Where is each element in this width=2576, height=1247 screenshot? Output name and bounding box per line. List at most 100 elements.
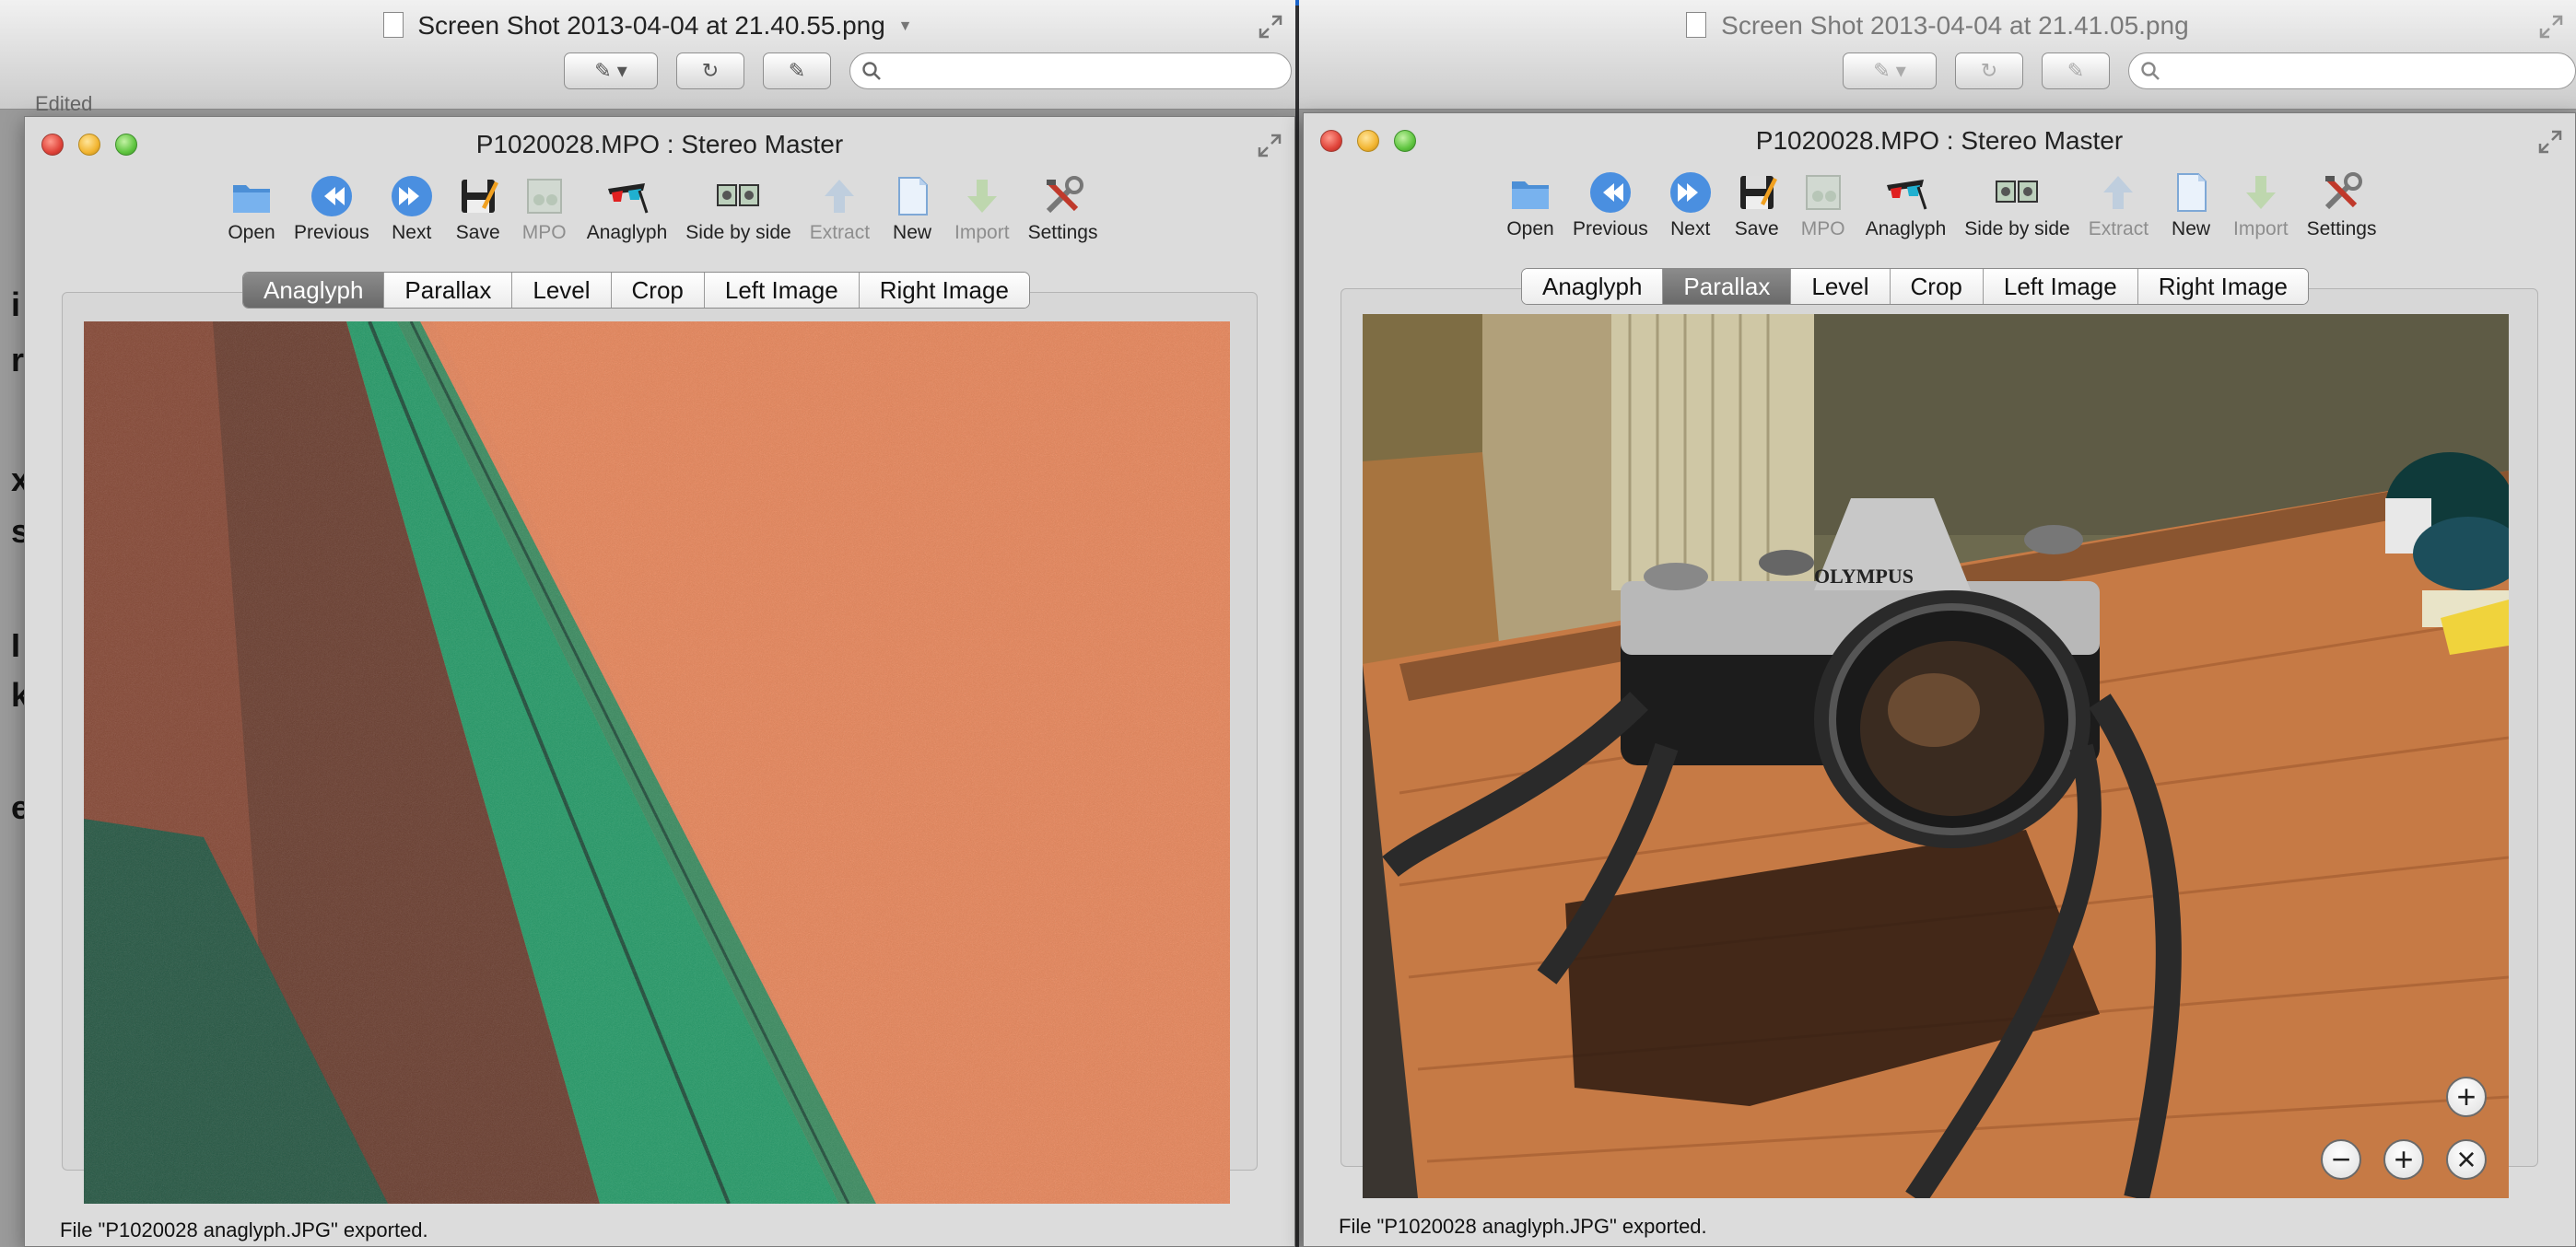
chevron-down-icon: ▾ [616,59,627,82]
toolbar-previous-button[interactable]: Previous [285,172,379,264]
extract-icon [825,180,855,213]
tab-crop[interactable]: Crop [1890,269,1984,304]
toolbar-mpo-button[interactable]: MPO [511,172,578,264]
toolbar-mpo-button[interactable]: MPO [1790,169,1856,261]
tab-right-image[interactable]: Right Image [859,273,1029,308]
next-icon [391,176,432,216]
toolbar-new-button[interactable]: New [879,172,945,264]
zoom-in-button[interactable]: + [2446,1077,2487,1117]
search-field[interactable] [2128,52,2576,89]
toolbar-anaglyph-button[interactable]: Anaglyph [578,172,677,264]
toolbar-open-button[interactable]: Open [218,172,285,264]
toolbar-anaglyph-button[interactable]: Anaglyph [1856,169,1956,261]
toolbar-label: Extract [2088,218,2149,239]
toolbar-label: Save [455,222,500,243]
toolbar-settings-button[interactable]: Settings [1019,172,1107,264]
plus-icon: + [2456,1078,2476,1115]
previous-icon [310,176,352,216]
search-icon [862,62,881,80]
chevron-down-icon: ▾ [1895,59,1906,82]
fullscreen-icon[interactable] [1256,132,1283,159]
anaglyph-glasses-icon [608,183,649,214]
toolbar-label: Next [1670,218,1711,239]
tab-left-image[interactable]: Left Image [704,273,860,308]
rotate-button[interactable]: ↻ [1955,52,2023,89]
tab-right-image[interactable]: Right Image [2137,269,2308,304]
toolbar-label: New [893,222,932,243]
preview-title-left: Screen Shot 2013-04-04 at 21.40.55.png [417,11,885,40]
tab-crop[interactable]: Crop [611,273,705,308]
rotate-button[interactable]: ↻ [676,52,744,89]
new-document-icon [2177,173,2207,212]
edit-button[interactable]: ✎ [763,52,831,89]
document-icon [382,12,404,38]
fullscreen-icon[interactable] [2536,128,2564,156]
fullscreen-icon[interactable] [1257,13,1284,41]
tab-anaglyph[interactable]: Anaglyph [243,273,385,308]
window-titlebar: P1020028.MPO : Stereo Master [1304,113,2575,169]
toolbar-label: Extract [809,222,871,243]
anaglyph-glasses-icon [1887,180,1927,210]
stereo-master-window-parallax: P1020028.MPO : Stereo Master Open Previou… [1303,112,2576,1247]
edit-button[interactable]: ✎ [2042,52,2110,89]
parallax-decrease-button[interactable]: − [2321,1139,2361,1180]
title-dropdown-icon[interactable]: ▼ [898,18,913,34]
tab-left-image[interactable]: Left Image [1983,269,2138,304]
toolbar-label: Open [1506,218,1554,239]
search-field[interactable] [849,52,1292,89]
preview-titlebar-right: Screen Shot 2013-04-04 at 21.41.05.png ✎… [1299,0,2576,110]
folder-icon [1512,181,1549,209]
toolbar-extract-button[interactable]: Extract [2079,169,2158,261]
toolbar-extract-button[interactable]: Extract [801,172,879,264]
tab-level[interactable]: Level [1791,269,1891,304]
toolbar-side-by-side-button[interactable]: Side by side [1955,169,2078,261]
toolbar-label: Open [228,222,275,243]
mpo-icon [1805,175,1841,210]
previous-icon [1589,172,1631,213]
toolbar-next-button[interactable]: Next [1657,169,1724,261]
anaglyph-image [84,321,1230,1204]
save-icon [461,180,498,213]
folder-icon [233,185,270,213]
toolbar-save-button[interactable]: Save [445,172,511,264]
toolbar-new-button[interactable]: New [2158,169,2224,261]
toolbar-label: Import [954,222,1010,243]
plus-icon: + [2394,1140,2414,1178]
tab-parallax[interactable]: Parallax [384,273,513,308]
stereo-master-window-anaglyph: P1020028.MPO : Stereo Master Open Previou… [24,116,1295,1247]
toolbar-label: Side by side [685,222,791,243]
fullscreen-icon[interactable] [2537,13,2565,41]
toolbar-open-button[interactable]: Open [1497,169,1563,261]
status-message: File "P1020028 anaglyph.JPG" exported. [1339,1215,1707,1238]
tab-anaglyph[interactable]: Anaglyph [1522,269,1664,304]
tab-parallax[interactable]: Parallax [1663,269,1792,304]
markup-menu-button[interactable]: ✎ ▾ [564,52,658,89]
import-icon [966,180,997,213]
save-icon [1739,176,1777,209]
pen-icon: ✎ [594,59,612,82]
reset-button[interactable]: × [2446,1139,2487,1180]
edit-icon: ✎ [788,59,806,82]
extract-icon [2103,176,2134,209]
mpo-icon [526,179,562,214]
parallax-image: OLYMPUS + × + − [1363,314,2509,1198]
toolbar-label: Import [2233,218,2289,239]
tab-level[interactable]: Level [512,273,612,308]
settings-tools-icon [1046,176,1083,214]
window-title: P1020028.MPO : Stereo Master [475,130,844,158]
toolbar-side-by-side-button[interactable]: Side by side [676,172,800,264]
toolbar-next-button[interactable]: Next [379,172,445,264]
toolbar-label: Settings [2306,218,2377,239]
new-document-icon [898,177,929,216]
toolbar-previous-button[interactable]: Previous [1563,169,1657,261]
toolbar-settings-button[interactable]: Settings [2298,169,2386,261]
toolbar-label: Settings [1027,222,1098,243]
toolbar-label: Save [1734,218,1779,239]
settings-tools-icon [2324,172,2362,210]
markup-menu-button[interactable]: ✎ ▾ [1843,52,1937,89]
parallax-increase-button[interactable]: + [2383,1139,2424,1180]
toolbar-save-button[interactable]: Save [1724,169,1790,261]
toolbar-import-button[interactable]: Import [2224,169,2298,261]
search-icon [2141,62,2160,80]
toolbar-import-button[interactable]: Import [945,172,1019,264]
